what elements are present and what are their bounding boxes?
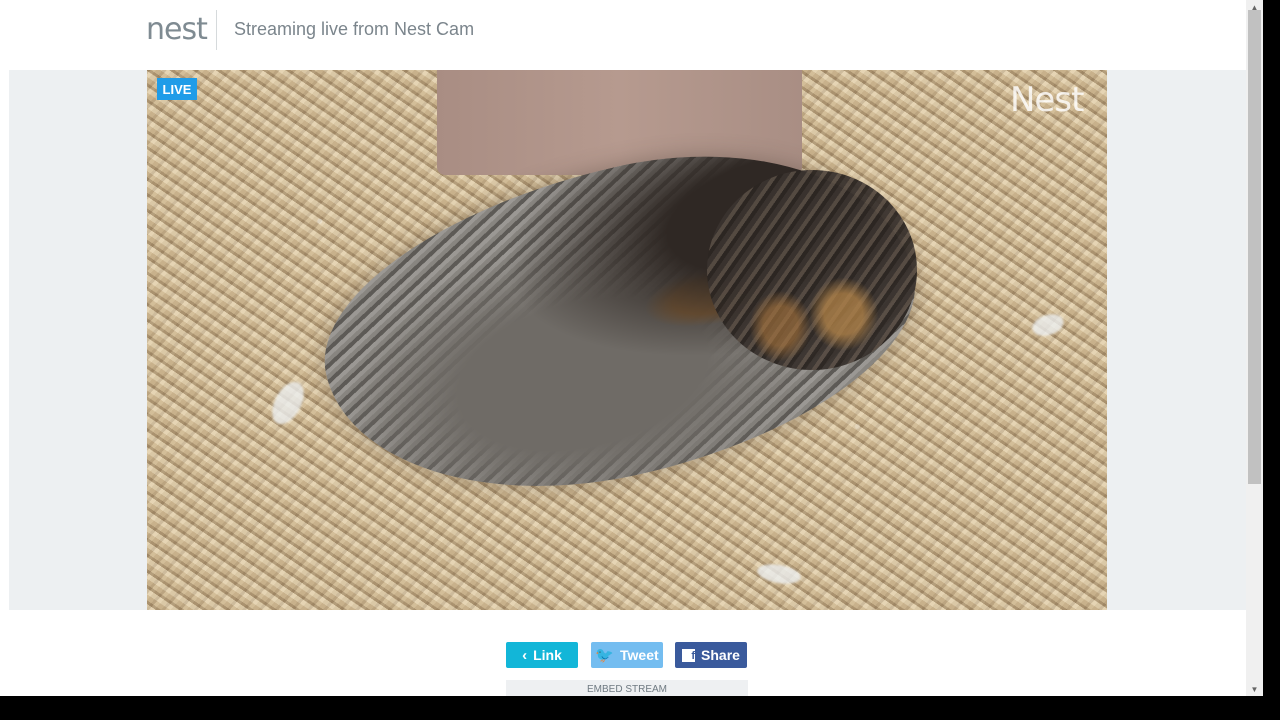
feather (1029, 310, 1067, 340)
chevron-left-icon: ‹ (522, 646, 528, 664)
nest-watermark: Nest (1010, 80, 1084, 120)
share-button-label: Share (701, 647, 740, 663)
feather (265, 376, 311, 430)
facebook-icon: f (682, 648, 696, 662)
link-button-label: Link (533, 647, 562, 663)
tweet-button-label: Tweet (620, 647, 659, 663)
page-title: Streaming live from Nest Cam (234, 19, 475, 39)
twitter-icon: 🐦 (595, 646, 615, 664)
live-video-player[interactable] (147, 70, 1107, 610)
header-divider (216, 10, 217, 50)
nest-logo[interactable]: nest (146, 12, 208, 47)
browser-viewport: nest Streaming live from Nest Cam LIVE N… (0, 0, 1246, 696)
scrollbar-thumb[interactable] (1248, 10, 1261, 484)
tweet-button[interactable]: 🐦 Tweet (591, 642, 663, 668)
window-bottom-edge (0, 696, 1280, 720)
chevron-down-icon[interactable]: ▼ (1246, 682, 1263, 696)
live-badge: LIVE (157, 78, 197, 100)
link-button[interactable]: ‹ Link (506, 642, 578, 668)
embed-stream-button[interactable]: EMBED STREAM (506, 680, 748, 696)
page-header: nest Streaming live from Nest Cam (0, 0, 1246, 70)
owl-head (707, 170, 917, 370)
feather (755, 561, 803, 587)
vertical-scrollbar[interactable]: ▲ ▼ (1246, 0, 1263, 696)
facebook-share-button[interactable]: f Share (675, 642, 747, 668)
